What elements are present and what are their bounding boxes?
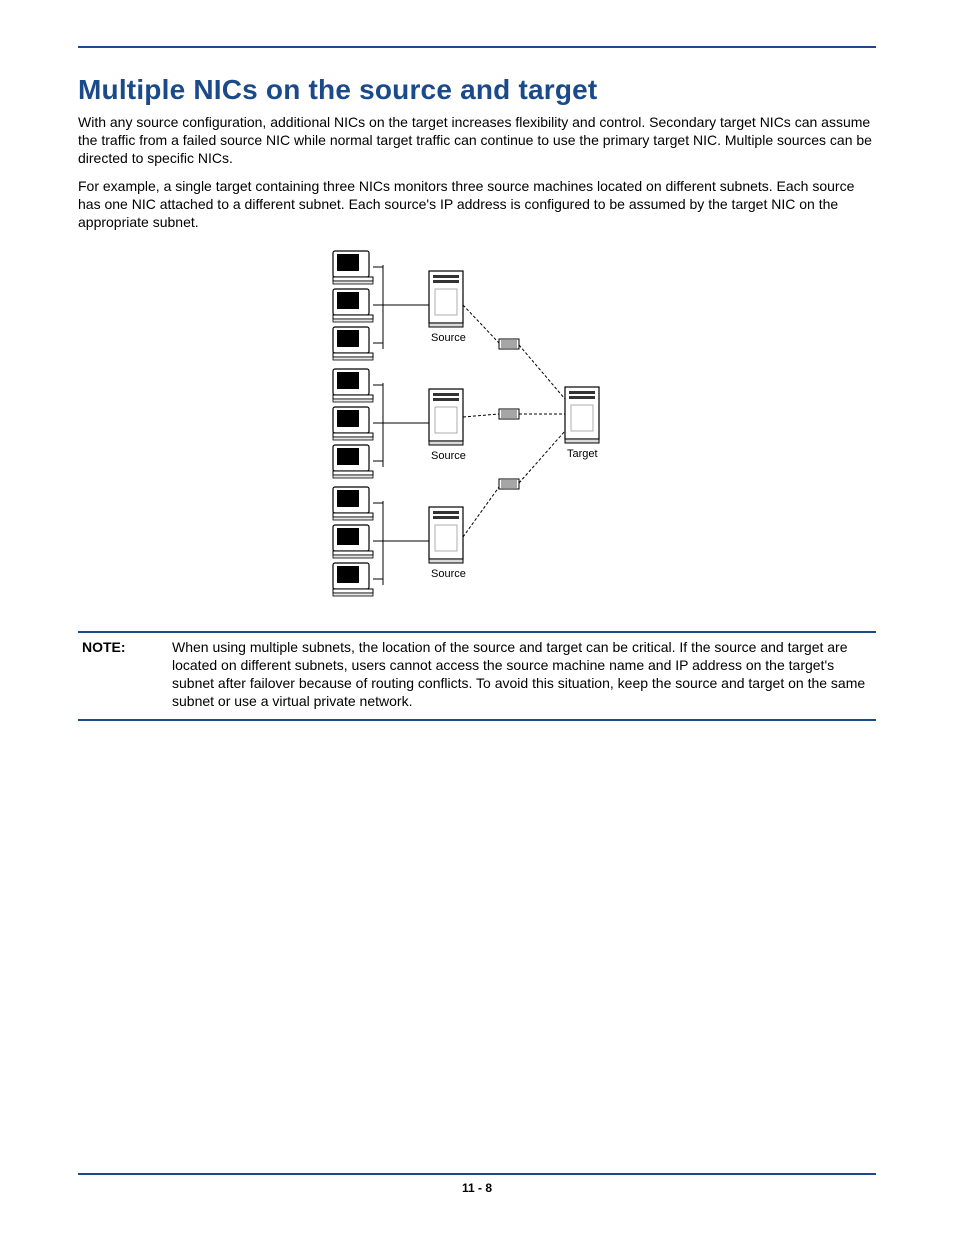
diagram-container: Source Source Source Target bbox=[78, 249, 876, 609]
client-icon bbox=[333, 289, 373, 322]
page-title: Multiple NICs on the source and target bbox=[78, 74, 876, 106]
client-icon bbox=[333, 251, 373, 284]
note-block: NOTE: When using multiple subnets, the l… bbox=[78, 631, 876, 721]
client-icon bbox=[333, 369, 373, 402]
client-icon bbox=[333, 525, 373, 558]
client-icon bbox=[333, 445, 373, 478]
page: Multiple NICs on the source and target W… bbox=[0, 0, 954, 1235]
page-footer: 11 - 8 bbox=[78, 1173, 876, 1195]
client-icon bbox=[333, 407, 373, 440]
client-icon bbox=[333, 327, 373, 360]
paragraph-2: For example, a single target containing … bbox=[78, 178, 876, 232]
page-number: 11 - 8 bbox=[462, 1181, 492, 1195]
client-icon bbox=[333, 563, 373, 596]
top-rule bbox=[78, 46, 876, 48]
source-label: Source bbox=[431, 450, 466, 462]
source-server-icon bbox=[429, 271, 463, 327]
paragraph-1: With any source configuration, additiona… bbox=[78, 114, 876, 168]
network-diagram: Source Source Source Target bbox=[327, 249, 627, 609]
router-icon bbox=[499, 479, 519, 489]
router-icon bbox=[499, 339, 519, 349]
target-server-icon bbox=[565, 387, 599, 443]
note-label: NOTE: bbox=[78, 639, 172, 711]
source-server-icon bbox=[429, 389, 463, 445]
router-icon bbox=[499, 409, 519, 419]
target-label: Target bbox=[567, 448, 598, 460]
source-server-icon bbox=[429, 507, 463, 563]
client-icon bbox=[333, 487, 373, 520]
note-body: When using multiple subnets, the locatio… bbox=[172, 639, 876, 711]
source-label: Source bbox=[431, 332, 466, 344]
source-label: Source bbox=[431, 568, 466, 580]
